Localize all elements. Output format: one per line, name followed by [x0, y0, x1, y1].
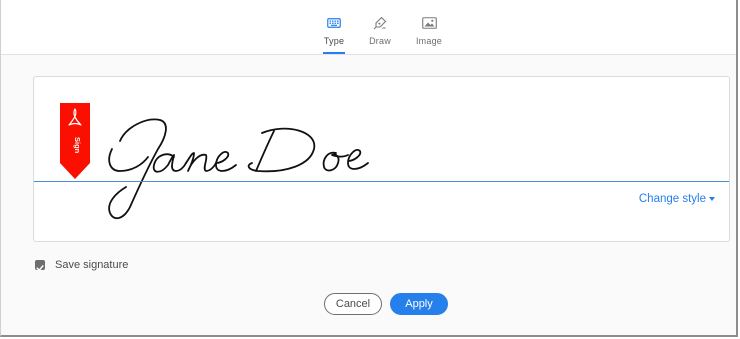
pen-icon — [373, 16, 387, 30]
save-signature-checkbox[interactable] — [35, 260, 45, 271]
active-tab-indicator — [323, 52, 345, 54]
apply-button[interactable]: Apply — [390, 293, 448, 315]
change-style-dropdown[interactable]: Change style — [639, 193, 715, 205]
change-style-label: Change style — [638, 193, 706, 205]
tab-type[interactable]: Type — [323, 14, 345, 54]
tab-image[interactable]: Image — [415, 14, 443, 54]
caret-down-icon — [709, 196, 715, 201]
cancel-button[interactable]: Cancel — [324, 293, 382, 315]
signature-baseline — [34, 181, 729, 182]
tab-type-label: Type — [323, 36, 345, 46]
sign-flag-label: Sign — [73, 137, 82, 154]
signature-image — [108, 118, 369, 220]
image-icon — [421, 17, 437, 29]
signature-dialog: Type Draw Image Sign Change style Save s… — [0, 0, 738, 337]
signature-canvas[interactable]: Sign Change style — [33, 76, 730, 242]
checkmark-icon — [36, 265, 44, 271]
keyboard-icon — [327, 18, 341, 28]
tab-draw[interactable]: Draw — [368, 14, 392, 54]
save-signature-label: Save signature — [55, 259, 129, 271]
tab-image-label: Image — [415, 36, 442, 46]
tab-draw-label: Draw — [369, 36, 391, 46]
signature-mode-tabs: Type Draw Image — [1, 0, 736, 55]
